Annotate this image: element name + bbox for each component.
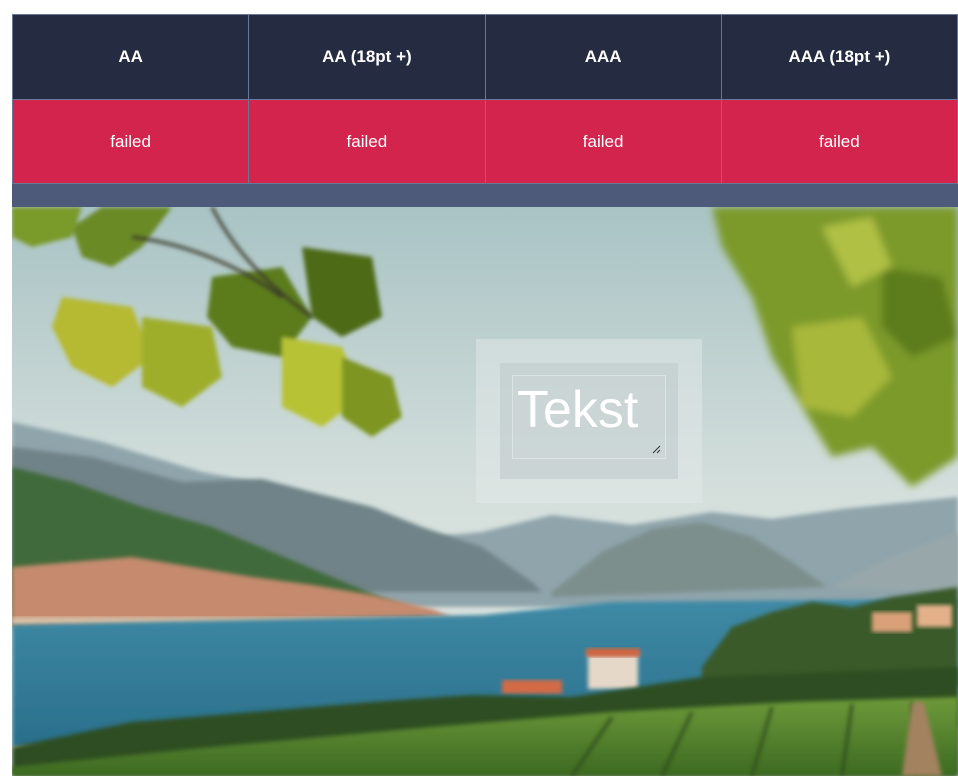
preview-text[interactable]: Tekst <box>517 378 638 442</box>
contrast-results-table: AA AA (18pt +) AAA AAA (18pt +) failed f… <box>12 14 958 184</box>
header-aa: AA <box>12 14 250 100</box>
result-aa: failed <box>12 99 250 184</box>
contrast-checker-panel: AA AA (18pt +) AAA AAA (18pt +) failed f… <box>12 14 958 776</box>
resize-grip-icon[interactable] <box>652 445 661 454</box>
preview-textarea[interactable]: Tekst <box>512 375 666 459</box>
text-preview-backdrop: Tekst <box>500 363 678 479</box>
result-aaa: failed <box>484 99 722 184</box>
text-preview-panel: Tekst <box>476 339 702 503</box>
result-aa-large: failed <box>248 99 486 184</box>
header-aaa: AAA <box>484 14 722 100</box>
table-header-row: AA AA (18pt +) AAA AAA (18pt +) <box>12 14 958 100</box>
result-aaa-large: failed <box>720 99 958 184</box>
header-aa-large: AA (18pt +) <box>248 14 486 100</box>
header-aaa-large: AAA (18pt +) <box>720 14 958 100</box>
background-preview-image: Tekst <box>12 207 958 776</box>
table-row: failed failed failed failed <box>12 99 958 184</box>
